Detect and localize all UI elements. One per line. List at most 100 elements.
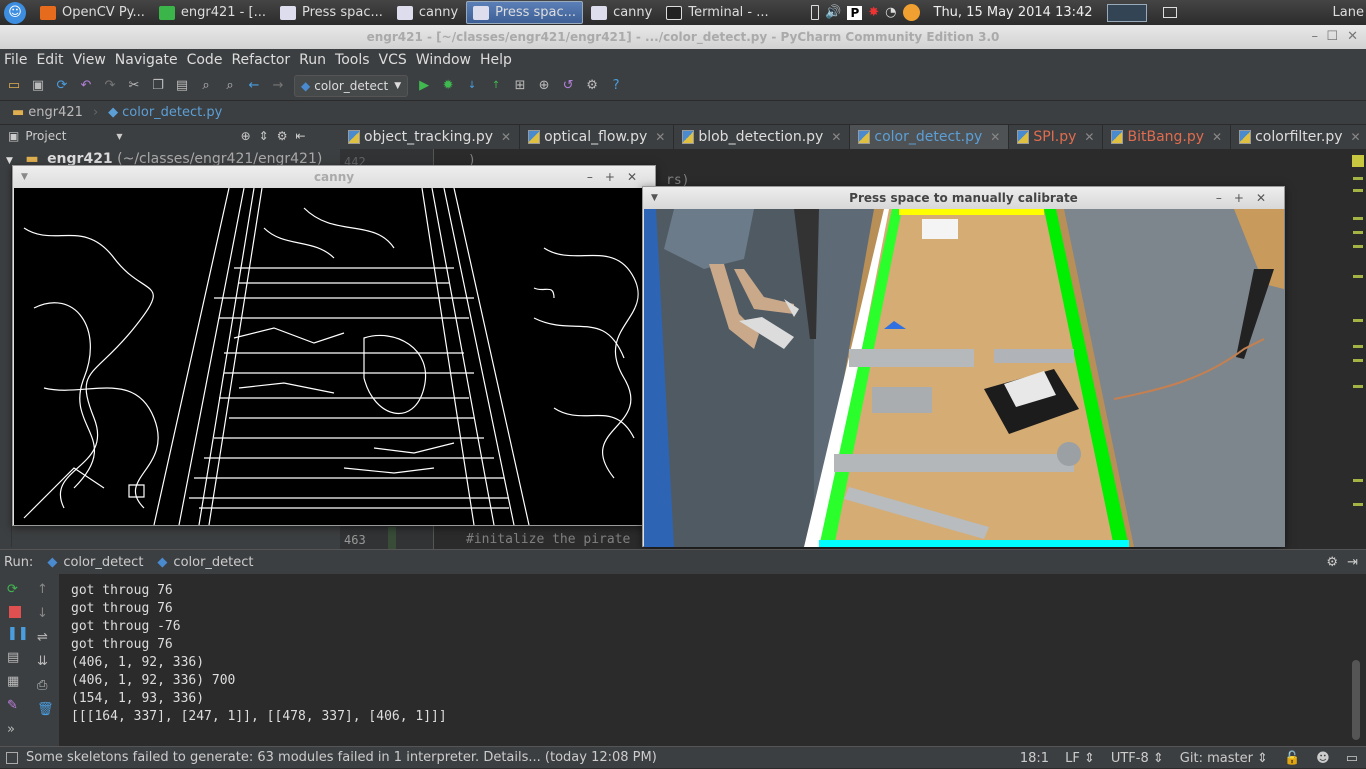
start-menu-icon[interactable]: ☺ xyxy=(4,1,26,24)
undo-icon[interactable]: ↶ xyxy=(78,78,94,94)
menu-vcs[interactable]: VCS xyxy=(379,52,407,68)
alert-icon[interactable]: ✸ xyxy=(868,5,879,20)
lock-icon[interactable]: 🔓 xyxy=(1284,751,1300,766)
run-tab-1[interactable]: ◆ color_detect xyxy=(47,555,143,570)
menu-file[interactable]: File xyxy=(4,52,27,68)
stripe-mark[interactable] xyxy=(1353,359,1363,362)
taskbar-task[interactable]: Terminal - ... xyxy=(660,1,774,24)
p-icon[interactable]: P xyxy=(847,5,863,20)
target-icon[interactable]: ⊕ xyxy=(241,129,251,143)
stripe-mark[interactable] xyxy=(1353,189,1363,192)
taskbar-task[interactable]: Press spac... xyxy=(274,1,389,24)
menu-navigate[interactable]: Navigate xyxy=(115,52,178,68)
soft-wrap-icon[interactable]: ⇌ xyxy=(37,630,53,646)
run-config-select[interactable]: ◆ color_detect ▼ xyxy=(294,74,409,97)
canny-title-bar[interactable]: ▼ canny –+✕ xyxy=(13,166,655,188)
more-icon[interactable]: » xyxy=(7,722,23,738)
stripe-mark[interactable] xyxy=(1353,319,1363,322)
stripe-mark[interactable] xyxy=(1353,479,1363,482)
hide-panel-icon[interactable]: ⇥ xyxy=(1347,555,1358,570)
console-output[interactable]: got throug 76 got throug 76 got throug -76… xyxy=(61,574,1351,746)
project-view-select[interactable]: Project xyxy=(25,129,66,143)
run-icon[interactable]: ▶ xyxy=(416,78,432,94)
canny-window[interactable]: ▼ canny –+✕ xyxy=(12,165,656,526)
save-icon[interactable]: ▣ xyxy=(30,78,46,94)
vcs-update-icon[interactable]: ↓ xyxy=(464,78,480,94)
vcs-commit-icon[interactable]: ↑ xyxy=(488,78,504,94)
canny-window-controls[interactable]: –+✕ xyxy=(587,166,649,188)
hide-icon[interactable]: ⇤ xyxy=(295,129,305,143)
vcs-branch[interactable]: Git: master ⇕ xyxy=(1180,751,1268,766)
stripe-mark[interactable] xyxy=(1353,245,1363,248)
event-log-icon[interactable]: ▭ xyxy=(1346,751,1358,766)
taskbar-task[interactable]: canny xyxy=(585,1,658,24)
close-button[interactable]: ✕ xyxy=(1347,25,1358,49)
menu-help[interactable]: Help xyxy=(480,52,512,68)
encoding[interactable]: UTF-8 ⇕ xyxy=(1111,751,1164,766)
taskbar-task[interactable]: canny xyxy=(391,1,464,24)
debug-icon[interactable]: ✹ xyxy=(440,78,456,94)
menu-view[interactable]: View xyxy=(73,52,106,68)
close-tab-icon[interactable]: ✕ xyxy=(990,130,1000,144)
scroll-up-icon[interactable]: ↑ xyxy=(37,582,53,598)
scroll-end-icon[interactable]: ⇊ xyxy=(37,654,53,670)
layout-icon[interactable]: ▤ xyxy=(7,650,23,666)
tab-blob_detection-py[interactable]: blob_detection.py ✕ xyxy=(674,125,851,149)
stripe-mark[interactable] xyxy=(1353,217,1363,220)
menu-edit[interactable]: Edit xyxy=(36,52,63,68)
tab-object_tracking-py[interactable]: object_tracking.py ✕ xyxy=(340,125,521,149)
maximize-button[interactable]: ☐ xyxy=(1326,25,1338,49)
calibration-window-controls[interactable]: –+✕ xyxy=(1216,187,1278,209)
console-scrollbar[interactable] xyxy=(1352,660,1360,740)
run-tab-2[interactable]: ◆ color_detect xyxy=(157,555,253,570)
breadcrumb-project[interactable]: ▬ engr421 xyxy=(8,103,87,122)
user-name[interactable]: Lane xyxy=(1333,5,1364,20)
calibration-title-bar[interactable]: ▼ Press space to manually calibrate –+✕ xyxy=(643,187,1284,209)
copy-icon[interactable]: ❐ xyxy=(150,78,166,94)
battery-icon[interactable] xyxy=(811,5,820,20)
menu-tools[interactable]: Tools xyxy=(335,52,370,68)
window-menu-icon[interactable]: ▼ xyxy=(651,187,658,209)
close-tab-icon[interactable]: ✕ xyxy=(831,130,841,144)
close-tab-icon[interactable]: ✕ xyxy=(1212,130,1222,144)
line-separator[interactable]: LF ⇕ xyxy=(1065,751,1095,766)
menu-refactor[interactable]: Refactor xyxy=(231,52,290,68)
breadcrumb-file[interactable]: ◆ color_detect.py xyxy=(104,103,226,122)
stripe-mark[interactable] xyxy=(1353,177,1363,180)
status-message[interactable]: Some skeletons failed to generate: 63 mo… xyxy=(26,750,657,765)
tab-bitbang-py[interactable]: BitBang.py ✕ xyxy=(1103,125,1232,149)
stop-icon[interactable] xyxy=(9,606,21,618)
tab-spi-py[interactable]: SPI.py ✕ xyxy=(1009,125,1104,149)
find-icon[interactable]: ⌕ xyxy=(198,78,214,94)
stripe-mark[interactable] xyxy=(1353,385,1363,388)
vcs-history-icon[interactable]: ⊕ xyxy=(536,78,552,94)
tab-colorfilter-py[interactable]: colorfilter.py ✕ xyxy=(1231,125,1366,149)
gear-icon[interactable]: ⚙ xyxy=(277,129,288,143)
close-tab-icon[interactable]: ✕ xyxy=(1084,130,1094,144)
taskbar-task[interactable]: Press spac... xyxy=(466,1,584,24)
inspector-icon[interactable]: ☻ xyxy=(1316,751,1330,766)
wifi-icon[interactable]: ◔ xyxy=(885,5,896,20)
replace-icon[interactable]: ⌕ xyxy=(222,78,238,94)
error-stripe[interactable] xyxy=(1350,149,1366,549)
stripe-mark[interactable] xyxy=(1353,231,1363,234)
status-toggle-icon[interactable] xyxy=(6,751,18,764)
caret-position[interactable]: 18:1 xyxy=(1020,751,1049,766)
scroll-down-icon[interactable]: ↓ xyxy=(37,606,53,622)
taskbar-task[interactable]: OpenCV Py... xyxy=(34,1,151,24)
desktop-icon[interactable] xyxy=(1162,7,1177,18)
menu-run[interactable]: Run xyxy=(299,52,326,68)
stripe-mark[interactable] xyxy=(1353,275,1363,278)
rerun-icon[interactable]: ⟳ xyxy=(7,582,23,598)
print-icon[interactable]: ⎙ xyxy=(37,678,53,694)
workspace-switcher[interactable] xyxy=(1106,3,1147,22)
menu-code[interactable]: Code xyxy=(187,52,223,68)
cut-icon[interactable]: ✂ xyxy=(126,78,142,94)
gear-icon[interactable]: ⚙ xyxy=(1326,555,1338,570)
window-menu-icon[interactable]: ▼ xyxy=(21,166,28,188)
close-tab-icon[interactable]: ✕ xyxy=(1351,130,1361,144)
paste-icon[interactable]: ▤ xyxy=(174,78,190,94)
redo-icon[interactable]: ↷ xyxy=(102,78,118,94)
collapse-icon[interactable]: ⇕ xyxy=(259,129,269,143)
pin-icon[interactable]: ✎ xyxy=(7,698,23,714)
